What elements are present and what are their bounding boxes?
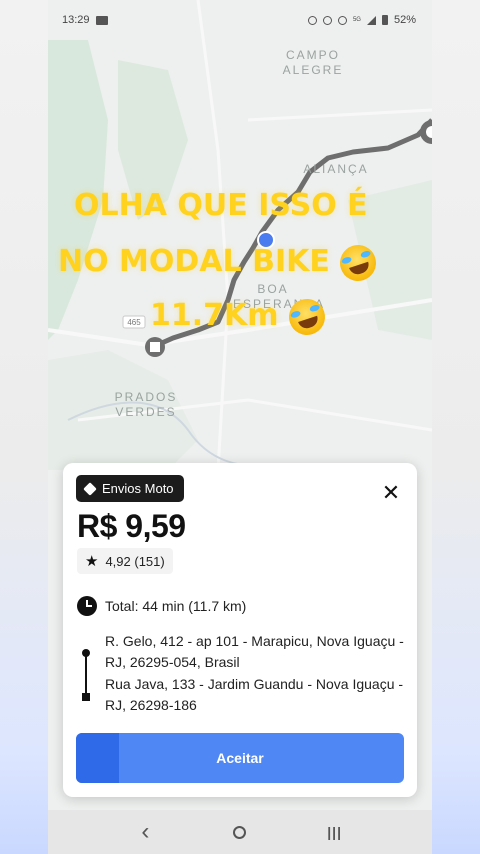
alarm-icon bbox=[307, 15, 317, 25]
network-type: 5G bbox=[352, 17, 361, 23]
offer-card: Envios Moto ✕ R$ 9,59 ★ 4,92 (151) Total… bbox=[63, 463, 417, 797]
pickup-address: R. Gelo, 412 - ap 101 - Marapicu, Nova I… bbox=[105, 633, 404, 670]
battery-icon bbox=[381, 15, 388, 25]
cast-icon bbox=[95, 15, 108, 25]
home-icon bbox=[233, 825, 247, 839]
caption-line-2: NO MODAL BIKE bbox=[58, 239, 382, 286]
route-connector bbox=[85, 653, 87, 697]
signal-icon bbox=[366, 15, 376, 25]
back-icon: ‹ bbox=[141, 818, 150, 845]
map-label-campo-alegre: CAMPO ALEGRE bbox=[282, 48, 344, 77]
offer-price: R$ 9,59 bbox=[77, 508, 186, 544]
trip-total-text: Total: 44 min (11.7 km) bbox=[105, 598, 247, 614]
package-icon bbox=[83, 481, 97, 496]
bluetooth-icon bbox=[322, 15, 332, 25]
rating-chip: ★ 4,92 (151) bbox=[77, 548, 173, 574]
map-label-alianca: ALIANÇA bbox=[303, 162, 369, 176]
recents-icon: ||| bbox=[327, 824, 343, 840]
status-bar: 13:29 5G 52% bbox=[48, 0, 432, 40]
caption-line-1: OLHA QUE ISSO É bbox=[74, 188, 368, 223]
svg-text:465: 465 bbox=[127, 318, 141, 327]
clock-icon bbox=[77, 596, 97, 616]
rating-value: 4,92 (151) bbox=[105, 553, 165, 569]
star-icon: ★ bbox=[85, 553, 99, 570]
close-button[interactable]: ✕ bbox=[377, 479, 405, 507]
trip-total: Total: 44 min (11.7 km) bbox=[77, 596, 246, 616]
phone-screen: 465 CAMPO ALEGRE ALIANÇA BOA ESPERANÇA P… bbox=[48, 0, 432, 854]
route-addresses: R. Gelo, 412 - ap 101 - Marapicu, Nova I… bbox=[77, 631, 407, 721]
close-icon: ✕ bbox=[381, 480, 401, 505]
right-blur-band bbox=[432, 0, 480, 854]
service-badge-label: Envios Moto bbox=[102, 481, 174, 496]
nav-home-button[interactable] bbox=[220, 812, 260, 852]
accept-button-label: Aceitar bbox=[216, 750, 264, 766]
nav-recents-button[interactable]: ||| bbox=[315, 812, 355, 852]
system-nav-bar: ‹ ||| bbox=[48, 810, 432, 854]
left-blur-band bbox=[0, 0, 48, 854]
battery-percent: 52% bbox=[393, 14, 416, 26]
dropoff-address: Rua Java, 133 - Jardim Guandu - Nova Igu… bbox=[105, 676, 404, 713]
service-badge: Envios Moto bbox=[76, 475, 184, 502]
laughing-emoji-icon bbox=[284, 293, 330, 340]
dropoff-square-icon bbox=[82, 693, 90, 701]
map-label-prados-verdes: PRADOS VERDES bbox=[114, 390, 178, 419]
caption-line-3: 11.7Km bbox=[150, 293, 330, 340]
accept-button[interactable]: Aceitar bbox=[76, 733, 404, 783]
location-icon bbox=[337, 15, 347, 25]
status-time: 13:29 bbox=[62, 14, 90, 26]
nav-back-button[interactable]: ‹ bbox=[125, 812, 165, 852]
laughing-emoji-icon bbox=[335, 239, 382, 286]
